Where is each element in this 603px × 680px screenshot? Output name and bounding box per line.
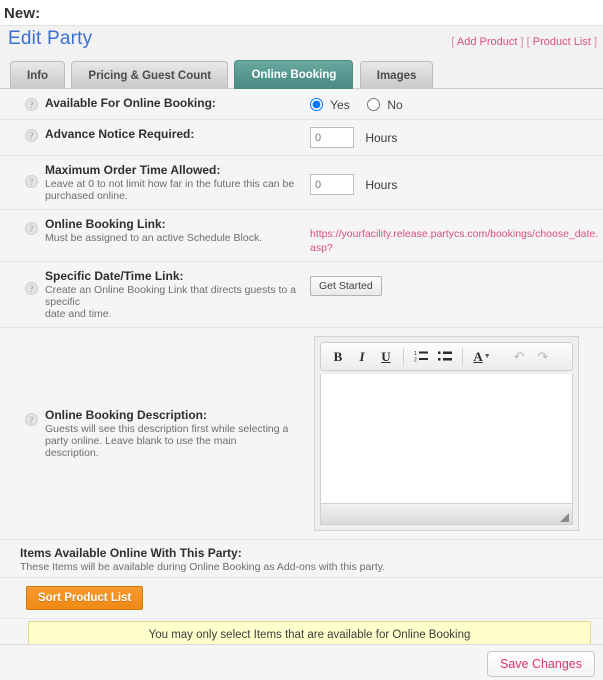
save-changes-button[interactable]: Save Changes bbox=[486, 651, 595, 677]
field-cell: B I U 1 2 A ▼ ↶ ↷ bbox=[300, 336, 603, 531]
field-cell: Get Started bbox=[300, 269, 603, 296]
label-cell: ? Online Booking Link: Must be assigned … bbox=[0, 217, 300, 244]
available-online-no-label: No bbox=[387, 98, 403, 112]
toolbar-divider bbox=[403, 348, 404, 365]
specific-date-time-sub: Create an Online Booking Link that direc… bbox=[45, 284, 296, 320]
items-available-sub: These Items will be available during Onl… bbox=[20, 561, 386, 573]
items-available-section: Items Available Online With This Party: … bbox=[0, 540, 603, 578]
editor-status-bar bbox=[320, 504, 573, 525]
tab-info[interactable]: Info bbox=[10, 61, 66, 89]
field-cell: Hours bbox=[300, 163, 603, 195]
row-online-booking-link: ? Online Booking Link: Must be assigned … bbox=[0, 210, 603, 262]
bracket-close: ] bbox=[520, 36, 524, 48]
sort-row: Sort Product List bbox=[0, 578, 603, 619]
available-online-yes-label: Yes bbox=[330, 98, 350, 112]
header-action-links: [ Add Product ] [ Product List ] bbox=[451, 36, 597, 48]
help-circle-icon[interactable]: ? bbox=[25, 222, 38, 235]
advance-notice-label: Advance Notice Required: bbox=[45, 127, 195, 141]
underline-icon[interactable]: U bbox=[375, 346, 397, 368]
bracket-open: [ bbox=[451, 36, 455, 48]
available-online-label: Available For Online Booking: bbox=[45, 96, 216, 110]
bold-icon[interactable]: B bbox=[327, 346, 349, 368]
row-specific-date-time-link: ? Specific Date/Time Link: Create an Onl… bbox=[0, 262, 603, 328]
online-booking-description-label: Online Booking Description: bbox=[45, 408, 208, 422]
available-online-radio-no[interactable] bbox=[367, 98, 381, 111]
page-pre-title: New: bbox=[4, 5, 41, 22]
description-textarea[interactable] bbox=[320, 374, 573, 504]
help-circle-icon[interactable]: ? bbox=[25, 129, 38, 142]
page-header: Edit Party [ Add Product ] [ Product Lis… bbox=[0, 25, 603, 58]
bullet-list-icon[interactable] bbox=[434, 346, 456, 368]
redo-icon[interactable]: ↷ bbox=[532, 346, 554, 368]
online-booking-url-link[interactable]: https://yourfacility.release.partycs.com… bbox=[310, 228, 598, 254]
label-cell: ? Maximum Order Time Allowed: Leave at 0… bbox=[0, 163, 300, 202]
form-content: ? Available For Online Booking: Yes No ?… bbox=[0, 89, 603, 680]
label-cell: ? Online Booking Description: Guests wil… bbox=[0, 336, 300, 459]
row-available-online: ? Available For Online Booking: Yes No bbox=[0, 89, 603, 120]
online-booking-description-sub: Guests will see this description first w… bbox=[45, 423, 289, 459]
help-circle-icon[interactable]: ? bbox=[25, 175, 38, 188]
label-cell: ? Available For Online Booking: bbox=[0, 96, 300, 111]
field-cell: Hours bbox=[300, 127, 603, 148]
maximum-order-time-input[interactable] bbox=[310, 174, 354, 195]
add-product-link[interactable]: Add Product bbox=[457, 36, 518, 48]
field-cell: https://yourfacility.release.partycs.com… bbox=[300, 217, 603, 254]
tab-online-booking[interactable]: Online Booking bbox=[234, 60, 354, 89]
rich-text-editor: B I U 1 2 A ▼ ↶ ↷ bbox=[314, 336, 579, 531]
bracket-open-2: [ bbox=[526, 36, 530, 48]
help-circle-icon[interactable]: ? bbox=[25, 413, 38, 426]
page-title: Edit Party bbox=[8, 28, 93, 49]
field-cell: Yes No bbox=[300, 96, 603, 112]
advance-notice-input[interactable] bbox=[310, 127, 354, 148]
get-started-button[interactable]: Get Started bbox=[310, 276, 382, 296]
italic-icon[interactable]: I bbox=[351, 346, 373, 368]
svg-text:2: 2 bbox=[414, 358, 417, 364]
help-circle-icon[interactable]: ? bbox=[25, 98, 38, 111]
available-online-radio-group[interactable]: Yes No bbox=[310, 96, 603, 112]
help-circle-icon[interactable]: ? bbox=[25, 282, 38, 295]
sort-product-list-button[interactable]: Sort Product List bbox=[26, 586, 144, 610]
bracket-close-2: ] bbox=[593, 36, 597, 48]
editor-toolbar: B I U 1 2 A ▼ ↶ ↷ bbox=[320, 342, 573, 371]
edit-party-page: New: Edit Party [ Add Product ] [ Produc… bbox=[0, 0, 603, 680]
advance-notice-unit: Hours bbox=[365, 130, 398, 145]
numbered-list-icon[interactable]: 1 2 bbox=[410, 346, 432, 368]
label-cell: ? Advance Notice Required: bbox=[0, 127, 300, 142]
maximum-order-time-unit: Hours bbox=[365, 177, 398, 192]
online-booking-link-sub: Must be assigned to an active Schedule B… bbox=[45, 232, 263, 244]
maximum-order-time-label: Maximum Order Time Allowed: bbox=[45, 163, 221, 177]
online-booking-link-label: Online Booking Link: bbox=[45, 217, 166, 231]
row-advance-notice: ? Advance Notice Required: Hours bbox=[0, 120, 603, 156]
maximum-order-time-sub: Leave at 0 to not limit how far in the f… bbox=[45, 178, 295, 202]
page-footer: Save Changes bbox=[0, 644, 603, 680]
tab-strip: Info Pricing & Guest Count Online Bookin… bbox=[0, 58, 603, 89]
resize-grip-icon[interactable] bbox=[560, 513, 569, 522]
undo-icon[interactable]: ↶ bbox=[508, 346, 530, 368]
row-maximum-order-time: ? Maximum Order Time Allowed: Leave at 0… bbox=[0, 156, 603, 210]
label-cell: ? Specific Date/Time Link: Create an Onl… bbox=[0, 269, 300, 320]
tab-images[interactable]: Images bbox=[359, 61, 434, 89]
row-online-booking-description: ? Online Booking Description: Guests wil… bbox=[0, 328, 603, 540]
toolbar-divider-2 bbox=[462, 348, 463, 365]
specific-date-time-label: Specific Date/Time Link: bbox=[45, 269, 184, 283]
items-available-title: Items Available Online With This Party: bbox=[20, 546, 242, 560]
tab-pricing-guest-count[interactable]: Pricing & Guest Count bbox=[71, 61, 229, 89]
font-color-icon[interactable]: A ▼ bbox=[469, 346, 495, 368]
product-list-link[interactable]: Product List bbox=[533, 36, 591, 48]
svg-text:1: 1 bbox=[414, 351, 417, 357]
available-online-radio-yes[interactable] bbox=[310, 98, 323, 111]
